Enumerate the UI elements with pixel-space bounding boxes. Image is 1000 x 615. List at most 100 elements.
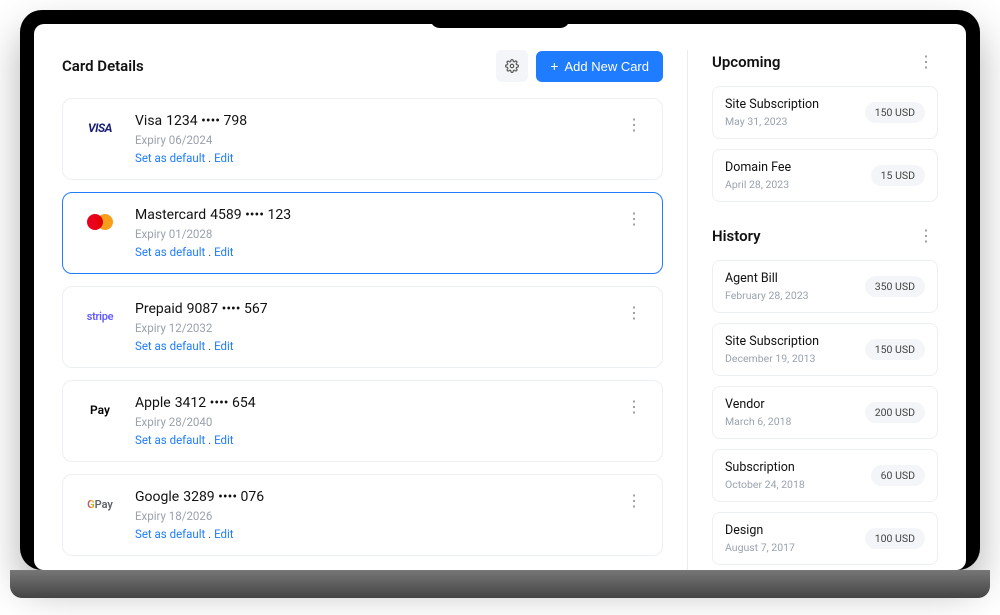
item-title: Subscription xyxy=(725,460,805,475)
add-new-card-button[interactable]: + Add New Card xyxy=(536,51,663,82)
edit-link[interactable]: Edit xyxy=(214,527,233,541)
add-new-card-label: Add New Card xyxy=(564,59,649,74)
edit-link[interactable]: Edit xyxy=(214,245,233,259)
card-number: 1234 •••• 798 xyxy=(166,113,247,129)
set-default-link[interactable]: Set as default xyxy=(135,527,205,541)
card-actions: Set as default . Edit xyxy=(135,433,608,447)
payment-card[interactable]: VISA Visa 1234 •••• 798 Expiry 06/2024 S… xyxy=(62,98,663,180)
card-number: 4589 •••• 123 xyxy=(210,207,291,223)
item-title: Site Subscription xyxy=(725,97,819,112)
upcoming-item[interactable]: Site Subscription May 31, 2023 150 USD xyxy=(712,86,938,139)
side-panel: Upcoming ⋮ Site Subscription May 31, 202… xyxy=(712,50,938,570)
card-title: Visa 1234 •••• 798 xyxy=(135,113,608,129)
amount-badge: 60 USD xyxy=(871,465,925,486)
card-brand: Prepaid xyxy=(135,301,183,317)
history-title: History xyxy=(712,227,761,245)
gear-icon xyxy=(505,59,519,73)
card-brand: Apple xyxy=(135,395,171,411)
history-item[interactable]: Vendor March 6, 2018 200 USD xyxy=(712,386,938,439)
upcoming-section: Upcoming ⋮ Site Subscription May 31, 202… xyxy=(712,50,938,202)
card-number: 3289 •••• 076 xyxy=(183,489,264,505)
dots-vertical-icon: ⋮ xyxy=(626,491,642,511)
item-date: March 6, 2018 xyxy=(725,415,791,428)
card-expiry: Expiry 01/2028 xyxy=(135,227,608,241)
card-actions: Set as default . Edit xyxy=(135,527,608,541)
history-item[interactable]: Site Subscription December 19, 2013 150 … xyxy=(712,323,938,376)
plus-icon: + xyxy=(550,59,558,73)
card-actions: Set as default . Edit xyxy=(135,245,608,259)
amount-badge: 350 USD xyxy=(865,276,925,297)
card-details-panel: Card Details + Add New Card VISA xyxy=(62,50,663,570)
notch xyxy=(430,10,570,28)
app-screen: Card Details + Add New Card VISA xyxy=(34,24,966,570)
upcoming-header: Upcoming ⋮ xyxy=(712,50,938,74)
edit-link[interactable]: Edit xyxy=(214,433,233,447)
history-section: History ⋮ Agent Bill February 28, 2023 3… xyxy=(712,224,938,565)
upcoming-title: Upcoming xyxy=(712,53,780,71)
payment-card[interactable]: Pay Apple 3412 •••• 654 Expiry 28/2040 S… xyxy=(62,380,663,462)
edit-link[interactable]: Edit xyxy=(214,151,233,165)
set-default-link[interactable]: Set as default xyxy=(135,245,205,259)
card-actions: Set as default . Edit xyxy=(135,339,608,353)
mastercard-logo-icon xyxy=(79,209,121,235)
history-item[interactable]: Subscription October 24, 2018 60 USD xyxy=(712,449,938,502)
card-expiry: Expiry 06/2024 xyxy=(135,133,608,147)
history-header: History ⋮ xyxy=(712,224,938,248)
set-default-link[interactable]: Set as default xyxy=(135,339,205,353)
item-title: Domain Fee xyxy=(725,160,791,175)
item-date: February 28, 2023 xyxy=(725,289,809,302)
laptop-frame: Card Details + Add New Card VISA xyxy=(20,10,980,570)
amount-badge: 200 USD xyxy=(865,402,925,423)
amount-badge: 150 USD xyxy=(865,102,925,123)
page-title: Card Details xyxy=(62,57,144,75)
history-item[interactable]: Agent Bill February 28, 2023 350 USD xyxy=(712,260,938,313)
dots-vertical-icon: ⋮ xyxy=(626,397,642,417)
card-expiry: Expiry 12/2032 xyxy=(135,321,608,335)
upcoming-menu-button[interactable]: ⋮ xyxy=(914,50,938,74)
payment-card[interactable]: G Pay Google 3289 •••• 076 Expiry 18/202… xyxy=(62,474,663,556)
applepay-logo-icon: Pay xyxy=(79,397,121,423)
item-title: Site Subscription xyxy=(725,334,819,349)
header-actions: + Add New Card xyxy=(496,50,663,82)
dots-vertical-icon: ⋮ xyxy=(626,115,642,135)
card-menu-button[interactable]: ⋮ xyxy=(622,489,646,513)
settings-button[interactable] xyxy=(496,50,528,82)
card-brand: Mastercard xyxy=(135,207,206,223)
stripe-logo-icon: stripe xyxy=(79,303,121,329)
card-menu-button[interactable]: ⋮ xyxy=(622,113,646,137)
card-menu-button[interactable]: ⋮ xyxy=(622,395,646,419)
card-number: 3412 •••• 654 xyxy=(175,395,256,411)
set-default-link[interactable]: Set as default xyxy=(135,151,205,165)
item-title: Design xyxy=(725,523,795,538)
card-body: Visa 1234 •••• 798 Expiry 06/2024 Set as… xyxy=(135,113,608,165)
card-title: Apple 3412 •••• 654 xyxy=(135,395,608,411)
set-default-link[interactable]: Set as default xyxy=(135,433,205,447)
amount-badge: 150 USD xyxy=(865,339,925,360)
card-expiry: Expiry 28/2040 xyxy=(135,415,608,429)
item-date: October 24, 2018 xyxy=(725,478,805,491)
googlepay-logo-icon: G Pay xyxy=(79,491,121,517)
upcoming-item[interactable]: Domain Fee April 28, 2023 15 USD xyxy=(712,149,938,202)
item-title: Vendor xyxy=(725,397,791,412)
payment-card[interactable]: stripe Prepaid 9087 •••• 567 Expiry 12/2… xyxy=(62,286,663,368)
payment-card[interactable]: Mastercard 4589 •••• 123 Expiry 01/2028 … xyxy=(62,192,663,274)
card-actions: Set as default . Edit xyxy=(135,151,608,165)
card-body: Mastercard 4589 •••• 123 Expiry 01/2028 … xyxy=(135,207,608,259)
card-list: VISA Visa 1234 •••• 798 Expiry 06/2024 S… xyxy=(62,98,663,556)
card-menu-button[interactable]: ⋮ xyxy=(622,301,646,325)
dots-vertical-icon: ⋮ xyxy=(918,52,934,72)
card-menu-button[interactable]: ⋮ xyxy=(622,207,646,231)
dots-vertical-icon: ⋮ xyxy=(626,303,642,323)
card-brand: Visa xyxy=(135,113,162,129)
card-title: Mastercard 4589 •••• 123 xyxy=(135,207,608,223)
history-item[interactable]: Design August 7, 2017 100 USD xyxy=(712,512,938,565)
card-body: Apple 3412 •••• 654 Expiry 28/2040 Set a… xyxy=(135,395,608,447)
card-title: Prepaid 9087 •••• 567 xyxy=(135,301,608,317)
edit-link[interactable]: Edit xyxy=(214,339,233,353)
history-menu-button[interactable]: ⋮ xyxy=(914,224,938,248)
card-body: Google 3289 •••• 076 Expiry 18/2026 Set … xyxy=(135,489,608,541)
card-number: 9087 •••• 567 xyxy=(187,301,268,317)
card-brand: Google xyxy=(135,489,179,505)
card-expiry: Expiry 18/2026 xyxy=(135,509,608,523)
item-date: December 19, 2013 xyxy=(725,352,819,365)
